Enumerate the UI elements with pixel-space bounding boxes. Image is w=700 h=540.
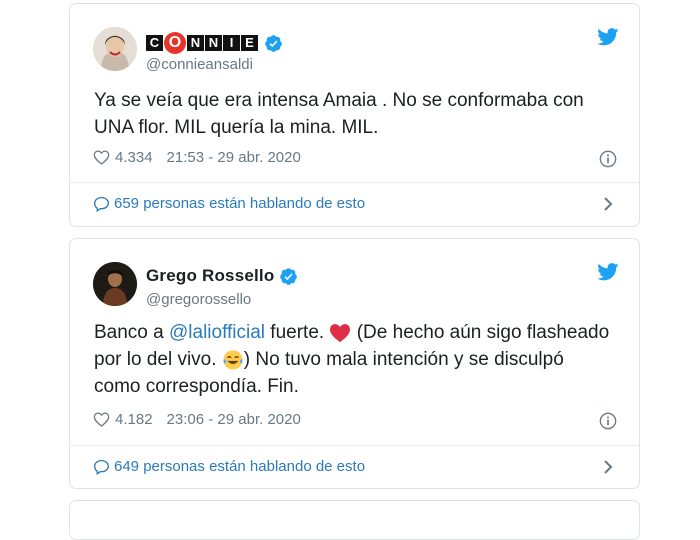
name-letter: N (205, 35, 222, 51)
tweet-card-connie[interactable]: C O N N I E @connieansaldi Ya se veía qu… (69, 3, 640, 227)
name-letter: E (241, 35, 258, 51)
tweet-meta: 4.182 23:06 - 29 abr. 2020 (93, 411, 301, 428)
name-letter: I (223, 35, 240, 51)
twitter-bird-icon[interactable] (597, 28, 619, 46)
name-letter: C (146, 35, 163, 51)
like-count[interactable]: 4.334 (115, 149, 153, 166)
conversation-link[interactable]: 649 personas están hablando de esto (93, 458, 365, 475)
conversation-text[interactable]: 649 personas están hablando de esto (114, 458, 365, 475)
tweet-text: Ya se veía que era intensa Amaia . No se… (94, 90, 584, 138)
tweet-text: Banco a @laliofficial fuerte. (De hecho … (94, 319, 615, 400)
heart-icon[interactable] (93, 150, 110, 165)
tweet-card-grego[interactable]: Grego Rossello @gregorossello Banco a @l… (69, 238, 640, 489)
info-icon[interactable] (599, 150, 617, 168)
speech-bubble-icon (94, 459, 109, 475)
display-name-logo: C O N N I E (146, 32, 259, 54)
heart-icon[interactable] (93, 412, 110, 427)
red-heart-emoji (330, 324, 351, 343)
tweet-card-partial (69, 500, 640, 540)
chevron-right-icon[interactable] (603, 459, 613, 475)
like-count[interactable]: 4.182 (115, 411, 153, 428)
twitter-bird-icon[interactable] (597, 263, 619, 281)
mention-link[interactable]: @laliofficial (169, 322, 265, 343)
tweet-text-part: fuerte. (265, 322, 330, 343)
tweet-datetime[interactable]: 21:53 - 29 abr. 2020 (167, 149, 301, 166)
avatar[interactable] (93, 262, 137, 306)
display-name-row[interactable]: C O N N I E (146, 32, 283, 54)
tears-of-joy-emoji (223, 350, 243, 370)
tweet-meta: 4.334 21:53 - 29 abr. 2020 (93, 149, 301, 166)
speech-bubble-icon (94, 196, 109, 212)
divider (70, 182, 639, 183)
tweet-datetime[interactable]: 23:06 - 29 abr. 2020 (167, 411, 301, 428)
avatar[interactable] (93, 27, 137, 71)
conversation-link[interactable]: 659 personas están hablando de esto (93, 195, 365, 212)
name-letter: O (164, 32, 186, 54)
verified-badge-icon (265, 34, 282, 52)
name-letter: N (187, 35, 204, 51)
info-icon[interactable] (599, 412, 617, 430)
conversation-text[interactable]: 659 personas están hablando de esto (114, 195, 365, 212)
divider (70, 445, 639, 446)
chevron-right-icon[interactable] (603, 196, 613, 212)
display-name-row[interactable]: Grego Rossello (146, 266, 298, 286)
display-name[interactable]: Grego Rossello (146, 266, 274, 286)
user-handle[interactable]: @connieansaldi (146, 56, 253, 73)
user-handle[interactable]: @gregorossello (146, 291, 251, 308)
verified-badge-icon (280, 267, 298, 285)
tweet-text-part: Banco a (94, 322, 169, 343)
